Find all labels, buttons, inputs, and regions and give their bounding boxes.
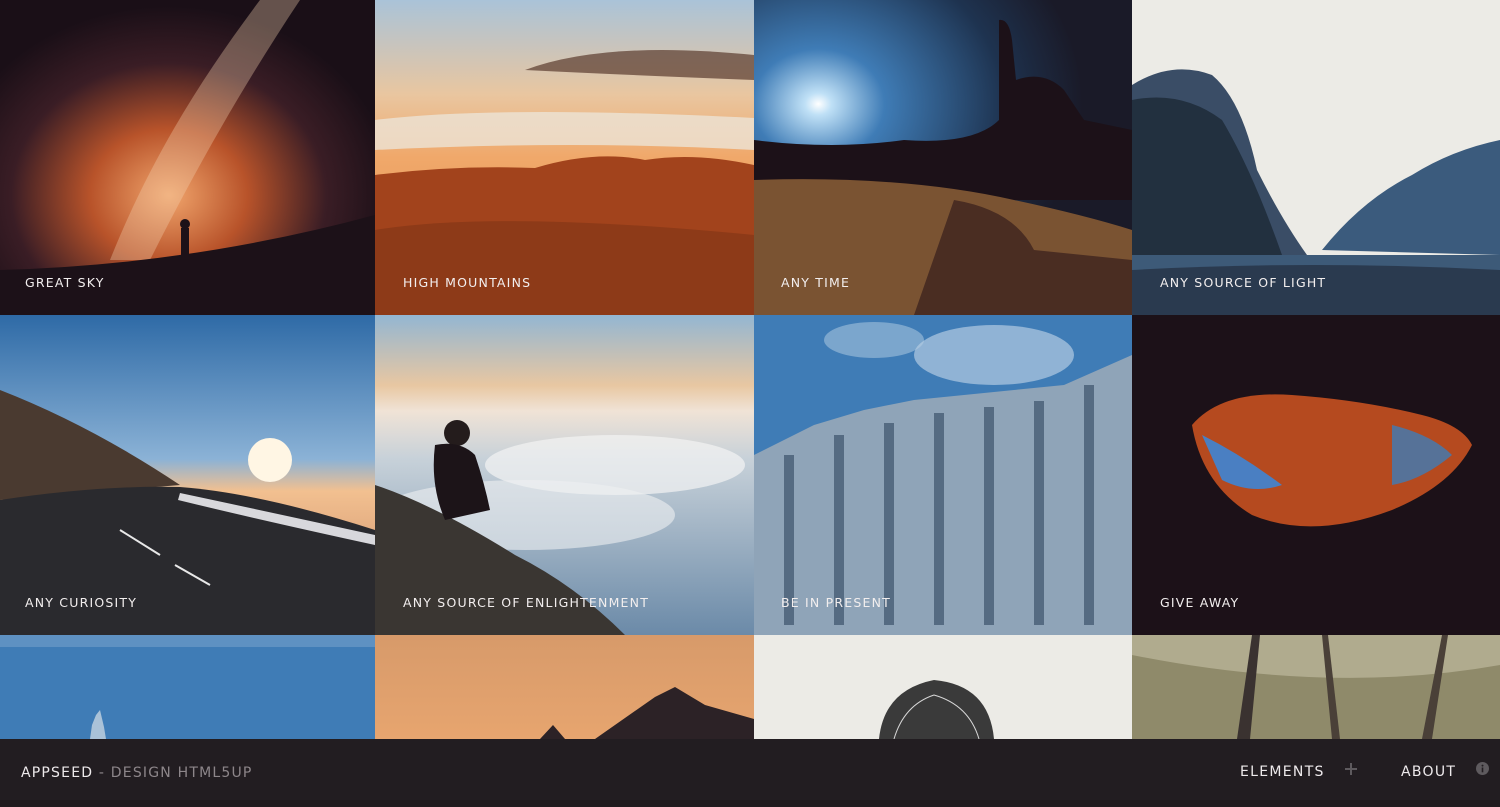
gallery-item-any-time[interactable]: Any Time <box>754 0 1132 315</box>
gallery-item-give-away[interactable]: Give Away <box>1132 315 1500 635</box>
desert-night-photo <box>754 0 1132 315</box>
nav-elements[interactable]: Elements <box>1240 739 1357 800</box>
gallery-caption: Give Away <box>1160 595 1240 610</box>
peak-sunset-photo <box>375 635 754 739</box>
gallery-item-9[interactable] <box>0 635 375 739</box>
photo-grid: Great Sky High Mountains <box>0 0 1500 739</box>
lake-mountain-photo <box>1132 0 1500 315</box>
gallery-item-12[interactable] <box>1132 635 1500 739</box>
gallery-caption: High Mountains <box>403 275 532 290</box>
gallery-caption: Any Source of Enlightenment <box>403 595 650 610</box>
skyscraper-photo <box>754 315 1132 635</box>
gallery-item-11[interactable] <box>754 635 1132 739</box>
gallery-caption: Any Time <box>781 275 851 290</box>
mountains-photo <box>375 0 754 315</box>
brand: AppSeed - Design HTML5UP <box>21 739 253 800</box>
gallery-item-10[interactable] <box>375 635 754 739</box>
gallery-item-any-source-of-enlightenment[interactable]: Any Source of Enlightenment <box>375 315 754 635</box>
brand-credit[interactable]: Design HTML5UP <box>111 765 253 781</box>
gallery-item-high-mountains[interactable]: High Mountains <box>375 0 754 315</box>
hands-photo <box>1132 315 1500 635</box>
brand-separator: - <box>93 765 111 781</box>
nav-about[interactable]: About <box>1401 739 1490 800</box>
cactus-photo <box>754 635 1132 739</box>
gallery-item-be-in-present[interactable]: Be In Present <box>754 315 1132 635</box>
gallery-caption: Any Source of Light <box>1160 275 1327 290</box>
gallery-caption: Be In Present <box>781 595 891 610</box>
gallery-item-any-curiosity[interactable]: Any Curiosity <box>0 315 375 635</box>
footer-bar: AppSeed - Design HTML5UP Elements About <box>0 739 1500 800</box>
milky-way-photo <box>0 0 375 315</box>
gallery-caption: Great Sky <box>25 275 105 290</box>
gallery-item-great-sky[interactable]: Great Sky <box>0 0 375 315</box>
nav-about-label: About <box>1401 764 1457 780</box>
info-icon <box>1476 738 1490 804</box>
forest-canopy-photo <box>1132 635 1500 739</box>
clouds-sitting-man-photo <box>375 315 754 635</box>
road-photo <box>0 315 375 635</box>
brand-name[interactable]: AppSeed <box>21 765 93 781</box>
gallery-caption: Any Curiosity <box>25 595 138 610</box>
nav-elements-label: Elements <box>1240 764 1325 780</box>
plus-icon <box>1344 738 1357 804</box>
city-sky-photo <box>0 635 375 739</box>
gallery-item-any-source-of-light[interactable]: Any Source of Light <box>1132 0 1500 315</box>
